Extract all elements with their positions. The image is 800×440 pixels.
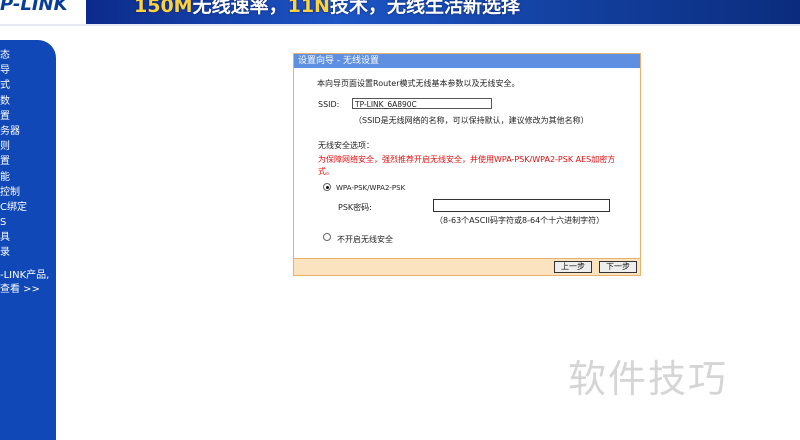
sidebar-item[interactable]: 态	[0, 48, 56, 63]
wizard-footer: 上一步 下一步	[294, 258, 640, 275]
top-banner: P-LINK 150M无线速率，11N技术，无线生活新选择	[0, 0, 800, 30]
banner-strip: 150M无线速率，11N技术，无线生活新选择	[86, 0, 800, 24]
sidebar-menu: 态 导 式 数 置 务器 则 置 能 控制 C绑定 S 具 录 -LINK产品,…	[0, 40, 56, 440]
ssid-input[interactable]: TP-LINK_6A890C	[352, 98, 492, 109]
wizard-intro: 本向导页面设置Router模式无线基本参数以及无线安全。	[317, 79, 520, 88]
sidebar-item[interactable]: C绑定	[0, 200, 56, 215]
slogan-tech: 11N	[287, 0, 330, 17]
sidebar-item[interactable]: 具	[0, 230, 56, 245]
banner-divider	[0, 24, 800, 26]
sidebar-item[interactable]: 导	[0, 63, 56, 78]
slogan-rate: 无线速率，	[192, 0, 288, 17]
sidebar-item[interactable]: 置	[0, 109, 56, 124]
wpa-psk-label: WPA-PSK/WPA2-PSK	[336, 184, 406, 192]
wpa-psk-radio[interactable]	[323, 183, 331, 191]
sidebar-item[interactable]: 录	[0, 245, 56, 260]
sidebar-item[interactable]: 务器	[0, 124, 56, 139]
slogan-speed: 150M	[134, 0, 193, 17]
sidebar-item[interactable]: 置	[0, 154, 56, 169]
sidebar-item[interactable]: S	[0, 215, 56, 230]
tp-link-logo: P-LINK	[0, 0, 68, 15]
ssid-hint: （SSID是无线网络的名称，可以保持默认，建议修改为其他名称）	[354, 116, 589, 125]
banner-slogan: 150M无线速率，11N技术，无线生活新选择	[134, 0, 520, 18]
no-security-label: 不开启无线安全	[337, 235, 393, 244]
wizard-panel: 设置向导 - 无线设置 本向导页面设置Router模式无线基本参数以及无线安全。…	[293, 53, 641, 276]
prev-button[interactable]: 上一步	[554, 261, 592, 273]
wizard-title: 设置向导 - 无线设置	[294, 54, 640, 68]
sidebar-note: -LINK产品, 查看 >>	[0, 269, 56, 297]
psk-hint: （8-63个ASCII码字符或8-64个十六进制字符）	[435, 216, 605, 225]
security-warning-cont: 式。	[318, 167, 334, 176]
security-warning: 为保障网络安全，强烈推荐开启无线安全，并使用WPA-PSK/WPA2-PSK A…	[318, 155, 616, 164]
ssid-label: SSID:	[318, 100, 340, 109]
psk-password-input[interactable]	[433, 199, 610, 212]
watermark-text: 软件技巧	[568, 357, 729, 401]
sidebar-note-line1: -LINK产品,	[0, 269, 50, 281]
sidebar-item[interactable]: 式	[0, 78, 56, 93]
sidebar-item[interactable]: 数	[0, 94, 56, 109]
sidebar-item[interactable]: 控制	[0, 185, 56, 200]
psk-label: PSK密码:	[338, 203, 372, 212]
sidebar-item[interactable]: 能	[0, 170, 56, 185]
sidebar-item[interactable]: 则	[0, 139, 56, 154]
next-button[interactable]: 下一步	[599, 261, 637, 273]
security-heading: 无线安全选项：	[318, 141, 374, 150]
slogan-tail: 技术，无线生活新选择	[329, 0, 520, 17]
sidebar-note-link[interactable]: 查看 >>	[0, 283, 56, 297]
no-security-radio[interactable]	[323, 233, 331, 241]
